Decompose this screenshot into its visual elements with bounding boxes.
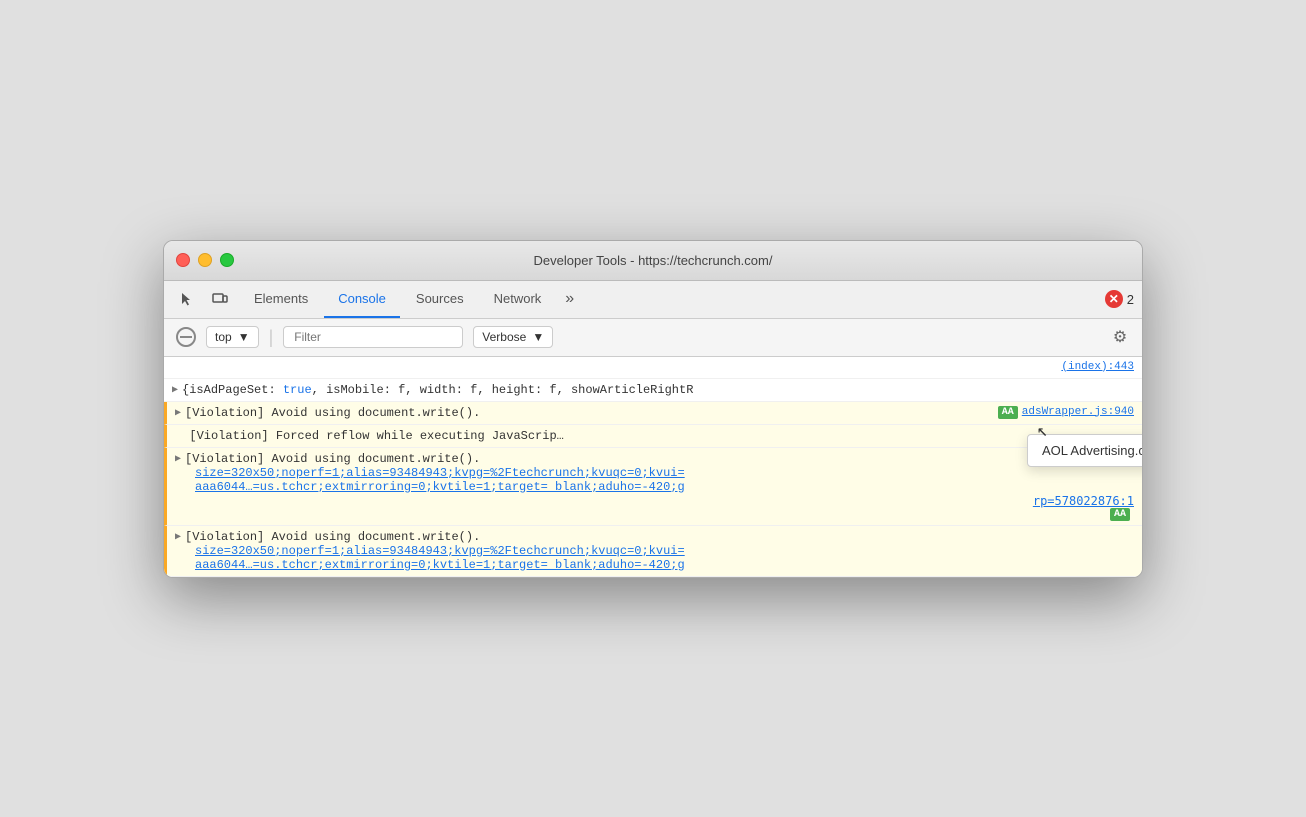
tab-console[interactable]: Console	[324, 281, 400, 318]
more-tabs-button[interactable]: »	[557, 286, 582, 312]
console-line-2: ▶ [Violation] Avoid using document.write…	[164, 402, 1142, 425]
error-icon: ✕	[1105, 290, 1123, 308]
dropdown-arrow-icon: ▼	[238, 330, 250, 344]
tab-elements[interactable]: Elements	[240, 281, 322, 318]
settings-icon[interactable]: ⚙	[1110, 327, 1130, 347]
log-level-select[interactable]: Verbose ▼	[473, 326, 553, 348]
cursor-indicator: ↖	[1037, 420, 1048, 442]
expand-icon-5[interactable]: ▶	[175, 531, 181, 543]
close-button[interactable]	[176, 253, 190, 267]
error-count: 2	[1127, 292, 1134, 307]
expand-icon-4[interactable]: ▶	[175, 453, 181, 465]
ads-wrapper-link[interactable]: adsWrapper.js:940	[1022, 406, 1134, 418]
devtools-window: Developer Tools - https://techcrunch.com…	[163, 240, 1143, 578]
titlebar: Developer Tools - https://techcrunch.com…	[164, 241, 1142, 281]
context-select[interactable]: top ▼	[206, 326, 259, 348]
aa-badge-1[interactable]: AA	[998, 406, 1018, 419]
violation-url-2[interactable]: aaa6044…=us.tchcr;extmirroring=0;kvtile=…	[175, 480, 685, 494]
console-line-5: ▶ [Violation] Avoid using document.write…	[164, 526, 1142, 577]
tab-sources[interactable]: Sources	[402, 281, 478, 318]
violation-url-4[interactable]: aaa6044…=us.tchcr;extmirroring=0;kvtile=…	[175, 558, 1134, 572]
aa-badge-2[interactable]: AA	[1110, 508, 1130, 521]
console-toolbar: top ▼ | Verbose ▼ ⚙	[164, 319, 1142, 357]
rp-link[interactable]: rp=578022876:1	[1033, 494, 1134, 508]
tab-network[interactable]: Network	[480, 281, 556, 318]
violation-url-1[interactable]: size=320x50;noperf=1;alias=93484943;kvpg…	[175, 466, 1134, 480]
console-output: (index):443 ▶ {isAdPageSet: true, isMobi…	[164, 357, 1142, 577]
violation-url-3[interactable]: size=320x50;noperf=1;alias=93484943;kvpg…	[175, 544, 1134, 558]
device-toggle-icon[interactable]	[206, 285, 234, 313]
filter-input[interactable]	[283, 326, 463, 348]
error-badge[interactable]: ✕ 2	[1105, 290, 1134, 308]
toolbar-separator: |	[269, 327, 274, 348]
console-line-4: ▶ [Violation] Avoid using document.write…	[164, 448, 1142, 526]
traffic-lights	[176, 253, 234, 267]
expand-icon-1[interactable]: ▶	[172, 384, 178, 396]
console-line-0: (index):443	[164, 357, 1142, 379]
minimize-button[interactable]	[198, 253, 212, 267]
window-title: Developer Tools - https://techcrunch.com…	[534, 253, 773, 268]
tab-bar: Elements Console Sources Network » ✕ 2	[164, 281, 1142, 319]
expand-icon-2[interactable]: ▶	[175, 407, 181, 419]
verbose-dropdown-icon: ▼	[532, 330, 544, 344]
console-line-3: [Violation] Forced reflow while executin…	[164, 425, 1142, 448]
clear-console-button[interactable]	[176, 327, 196, 347]
maximize-button[interactable]	[220, 253, 234, 267]
cursor-tool-icon[interactable]	[172, 285, 200, 313]
console-line-1: ▶ {isAdPageSet: true, isMobile: f, width…	[164, 379, 1142, 402]
index-link[interactable]: (index):443	[1061, 361, 1134, 373]
tabbar-right: ✕ 2	[1105, 290, 1134, 308]
